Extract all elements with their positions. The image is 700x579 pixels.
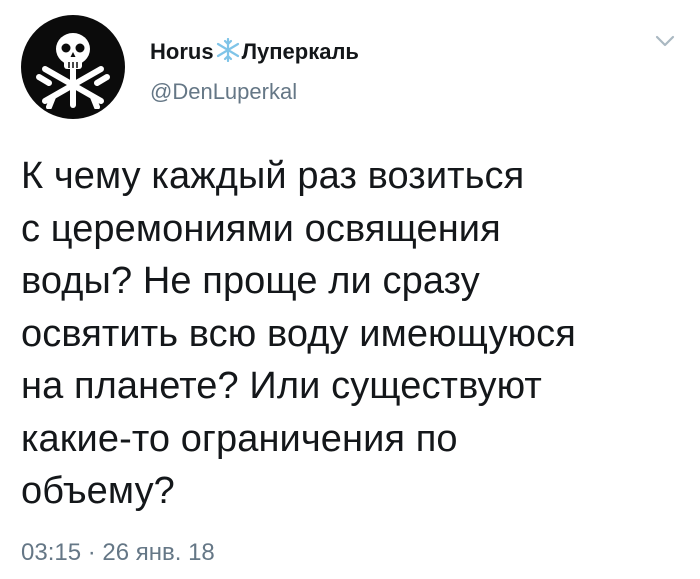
author-display-name[interactable]: Horus Луперкаль: [150, 37, 359, 67]
author-name-part1: Horus: [150, 39, 214, 64]
skull-snowflake-icon: [36, 33, 110, 109]
tweet-menu-button[interactable]: [652, 30, 678, 52]
snowflake-icon: [215, 37, 241, 68]
tweet-timestamp[interactable]: 03:15 · 26 янв. 18: [21, 538, 215, 568]
chevron-down-icon: [655, 35, 675, 47]
tweet-text: К чему каждый раз возиться с церемониями…: [21, 155, 576, 512]
avatar[interactable]: [21, 15, 125, 119]
author-handle[interactable]: @DenLuperkal: [150, 79, 297, 105]
author-name-part2: Луперкаль: [241, 39, 359, 64]
